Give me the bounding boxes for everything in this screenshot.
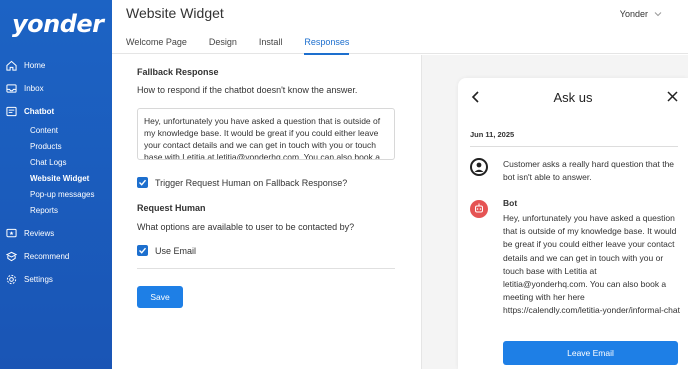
home-icon (6, 60, 17, 71)
chevron-down-icon (654, 12, 662, 17)
sidebar-sub-popup-messages[interactable]: Pop-up messages (30, 189, 94, 201)
tab-responses[interactable]: Responses (304, 37, 350, 55)
sidebar-item-label: Recommend (24, 251, 70, 261)
sidebar-item-recommend[interactable]: Recommend (6, 248, 69, 264)
account-menu[interactable]: Yonder (620, 9, 662, 19)
fallback-response-textarea[interactable]: Hey, unfortunately you have asked a ques… (137, 108, 395, 160)
chat-title: Ask us (553, 90, 593, 105)
sidebar-item-label: Home (24, 60, 46, 70)
sidebar-sub-chat-logs[interactable]: Chat Logs (30, 157, 66, 169)
tab-install[interactable]: Install (259, 37, 283, 54)
sidebar-item-label: Inbox (24, 83, 44, 93)
bot-avatar-icon (470, 200, 488, 218)
sidebar: yonder Home Inbox Chatbot Content Produc… (0, 0, 112, 369)
responses-form: Fallback Response How to respond if the … (112, 55, 420, 369)
fallback-title: Fallback Response (137, 67, 219, 77)
close-icon[interactable] (667, 91, 678, 102)
page-title: Website Widget (126, 5, 224, 21)
fallback-description: How to respond if the chatbot doesn't kn… (137, 85, 358, 95)
account-name: Yonder (619, 9, 648, 19)
bot-message-text: Hey, unfortunately you have asked a ques… (503, 213, 681, 316)
use-email-label: Use Email (155, 245, 197, 256)
divider (470, 146, 678, 147)
leave-email-button[interactable]: Leave Email (503, 341, 678, 365)
gear-icon (6, 274, 17, 284)
inbox-icon (6, 83, 17, 93)
chat-header: Ask us (458, 78, 688, 116)
request-human-title: Request Human (137, 203, 206, 213)
sidebar-item-label: Settings (24, 274, 53, 284)
sidebar-sub-website-widget[interactable]: Website Widget (30, 173, 89, 185)
sidebar-item-label: Chatbot (24, 106, 55, 116)
sidebar-item-reviews[interactable]: Reviews (6, 225, 54, 241)
sidebar-item-label: Reviews (24, 228, 55, 238)
use-email-row[interactable]: Use Email (137, 245, 196, 256)
logo: yonder (12, 10, 104, 38)
header: Website Widget Yonder Welcome Page Desig… (112, 0, 688, 55)
trigger-request-human-label: Trigger Request Human on Fallback Respon… (155, 177, 348, 188)
sidebar-sub-products[interactable]: Products (30, 141, 62, 153)
sidebar-item-chatbot[interactable]: Chatbot (6, 103, 54, 119)
chat-widget-preview: Ask us Jun 11, 2025 Customer asks a real… (458, 78, 688, 369)
tabs: Welcome Page Design Install Responses (126, 37, 371, 55)
check-icon (139, 179, 147, 186)
recommend-icon (6, 251, 17, 261)
sidebar-sub-reports[interactable]: Reports (30, 205, 58, 217)
sidebar-item-settings[interactable]: Settings (6, 271, 53, 287)
bot-name: Bot (503, 198, 518, 208)
chatbot-icon (6, 106, 17, 116)
save-button[interactable]: Save (137, 286, 183, 308)
chat-date: Jun 11, 2025 (470, 130, 515, 139)
check-icon (139, 247, 147, 254)
user-avatar-icon (470, 158, 488, 176)
reviews-icon (6, 228, 17, 237)
use-email-checkbox[interactable] (137, 245, 148, 256)
trigger-request-human-checkbox[interactable] (137, 177, 148, 188)
trigger-request-human-row[interactable]: Trigger Request Human on Fallback Respon… (137, 177, 347, 188)
sidebar-sub-content[interactable]: Content (30, 125, 58, 137)
sidebar-item-home[interactable]: Home (6, 57, 45, 73)
request-human-description: What options are available to user to be… (137, 222, 355, 232)
tab-design[interactable]: Design (209, 37, 237, 54)
sidebar-item-inbox[interactable]: Inbox (6, 80, 44, 96)
tab-welcome-page[interactable]: Welcome Page (126, 37, 187, 54)
divider (137, 268, 395, 269)
user-message-text: Customer asks a really hard question tha… (503, 159, 675, 182)
